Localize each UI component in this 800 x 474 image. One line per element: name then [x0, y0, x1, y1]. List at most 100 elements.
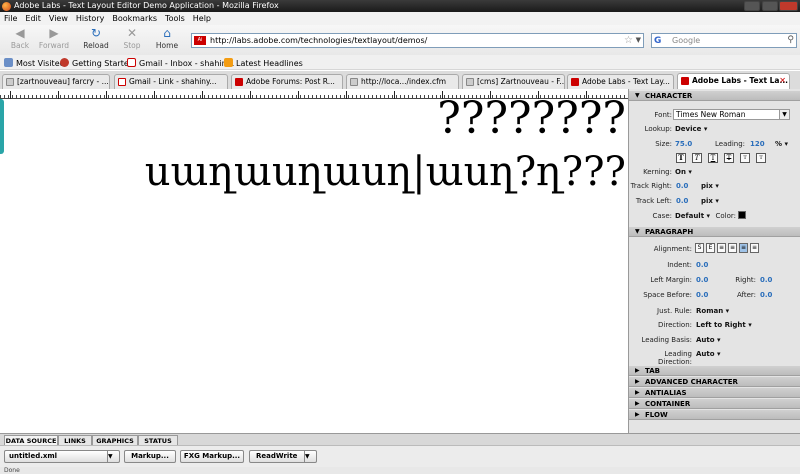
- just-rule-dropdown[interactable]: Roman ▾: [696, 307, 729, 315]
- bookmark-latest-headlines[interactable]: Latest Headlines: [224, 58, 303, 69]
- kerning-dropdown[interactable]: On ▾: [675, 168, 692, 176]
- markup-button[interactable]: Markup...: [124, 450, 176, 463]
- horizontal-ruler[interactable]: [0, 89, 628, 99]
- tab-zartnouveau[interactable]: [zartnouveau] farcry - ...: [2, 74, 110, 89]
- folder-icon: [4, 58, 13, 67]
- subscript-button[interactable]: T: [756, 153, 766, 163]
- address-bar[interactable]: Ai http://labs.adobe.com/technologies/te…: [191, 33, 644, 48]
- leading-unit-dropdown[interactable]: % ▾: [775, 140, 788, 148]
- maximize-button[interactable]: [762, 1, 778, 11]
- chevron-down-icon[interactable]: ▼: [304, 451, 316, 462]
- space-before-value[interactable]: 0.0: [696, 291, 708, 299]
- bold-button[interactable]: T: [676, 153, 686, 163]
- leading-direction-dropdown[interactable]: Auto ▾: [696, 350, 721, 358]
- reload-button[interactable]: ↻ Reload: [76, 26, 116, 50]
- chevron-down-icon[interactable]: ▼: [779, 110, 789, 119]
- track-left-value[interactable]: 0.0: [676, 197, 688, 205]
- align-end-button[interactable]: E: [706, 243, 715, 253]
- track-right-value[interactable]: 0.0: [676, 182, 688, 190]
- expand-triangle-icon: ▼: [635, 228, 640, 235]
- bookmark-getting-started[interactable]: Getting Started: [60, 58, 134, 69]
- ruler-tick: [298, 91, 299, 99]
- color-swatch[interactable]: [738, 211, 746, 219]
- text-line-1[interactable]: ????????: [437, 99, 626, 144]
- tab-gmail[interactable]: Gmail - Link - shahiny...: [114, 74, 228, 89]
- align-justify-icon[interactable]: ≡: [750, 243, 759, 253]
- menu-history[interactable]: History: [72, 12, 108, 25]
- underline-button[interactable]: T: [708, 153, 718, 163]
- collapsed-triangle-icon: ▶: [635, 411, 640, 418]
- direction-dropdown[interactable]: Left to Right ▾: [696, 321, 752, 329]
- tab-localhost[interactable]: http://loca.../index.cfm: [346, 74, 459, 89]
- kerning-label: Kerning:: [643, 168, 672, 176]
- adobe-icon: [571, 78, 579, 86]
- text-editor-canvas[interactable]: ???????? սաղասղասղ|ասղ?ղ???: [0, 99, 628, 433]
- container-section-header[interactable]: ▶ CONTAINER: [629, 399, 800, 409]
- flow-section-header[interactable]: ▶ FLOW: [629, 410, 800, 420]
- lookup-dropdown[interactable]: Device ▾: [675, 125, 707, 133]
- google-icon[interactable]: G: [654, 35, 665, 46]
- leading-value[interactable]: 120: [750, 140, 765, 148]
- bookmark-most-visited[interactable]: Most Visited: [4, 58, 65, 69]
- align-center-icon[interactable]: ≡: [728, 243, 737, 253]
- tab-adobe-labs-1[interactable]: Adobe Labs - Text Lay...: [567, 74, 674, 89]
- adobe-icon: [235, 78, 243, 86]
- stop-button[interactable]: ✕ Stop: [112, 26, 152, 50]
- align-right-icon[interactable]: ≡: [739, 243, 748, 253]
- forward-button[interactable]: ▶ Forward: [34, 26, 74, 50]
- menu-file[interactable]: File: [0, 12, 21, 25]
- advanced-character-section-header[interactable]: ▶ ADVANCED CHARACTER: [629, 377, 800, 387]
- paragraph-section-header[interactable]: ▼ PARAGRAPH: [629, 227, 800, 237]
- lookup-label: Lookup:: [644, 125, 672, 133]
- strikethrough-button[interactable]: T: [724, 153, 734, 163]
- ruler-tick: [250, 91, 251, 99]
- italic-button[interactable]: T: [692, 153, 702, 163]
- bookmark-gmail[interactable]: Gmail - Inbox - shahin...: [127, 58, 234, 69]
- text-line-2[interactable]: սաղասղասղ|ասղ?ղ???: [145, 149, 626, 195]
- left-margin-value[interactable]: 0.0: [696, 276, 708, 284]
- close-tab-icon[interactable]: ✕: [779, 74, 786, 88]
- minimize-button[interactable]: [744, 1, 760, 11]
- fxg-markup-button[interactable]: FXG Markup...: [180, 450, 244, 463]
- align-left-icon[interactable]: ≡: [717, 243, 726, 253]
- search-icon[interactable]: ⚲: [787, 34, 794, 47]
- right-margin-value[interactable]: 0.0: [760, 276, 772, 284]
- case-dropdown[interactable]: Default ▾: [675, 212, 710, 220]
- url-history-dropdown-icon[interactable]: ▼: [636, 34, 641, 47]
- tab-adobe-forums[interactable]: Adobe Forums: Post R...: [231, 74, 343, 89]
- bookmark-star-icon[interactable]: ☆: [624, 34, 633, 47]
- close-button[interactable]: [779, 1, 798, 11]
- menu-edit[interactable]: Edit: [21, 12, 45, 25]
- track-left-unit-dropdown[interactable]: pix ▾: [701, 197, 719, 205]
- search-bar[interactable]: G Google ⚲: [651, 33, 797, 48]
- mode-select[interactable]: ReadWrite ▼: [249, 450, 317, 463]
- leading-basis-dropdown[interactable]: Auto ▾: [696, 336, 721, 344]
- align-start-button[interactable]: S: [695, 243, 704, 253]
- tab-cms[interactable]: [cms] Zartnouveau - F...: [462, 74, 565, 89]
- menu-bar: File Edit View History Bookmarks Tools Help: [0, 12, 800, 25]
- gmail-icon: [118, 78, 126, 86]
- menu-help[interactable]: Help: [189, 12, 215, 25]
- home-button[interactable]: ⌂ Home: [147, 26, 187, 50]
- space-after-value[interactable]: 0.0: [760, 291, 772, 299]
- ruler-tick: [490, 91, 491, 99]
- character-section-header[interactable]: ▼ CHARACTER: [629, 91, 800, 101]
- antialias-section-header[interactable]: ▶ ANTIALIAS: [629, 388, 800, 398]
- menu-view[interactable]: View: [45, 12, 72, 25]
- indent-value[interactable]: 0.0: [696, 261, 708, 269]
- menu-tools[interactable]: Tools: [161, 12, 189, 25]
- menu-bookmarks[interactable]: Bookmarks: [108, 12, 161, 25]
- tab-adobe-labs-active[interactable]: Adobe Labs - Text La... ✕: [677, 73, 790, 89]
- right-margin-label: Right:: [735, 276, 756, 284]
- chevron-down-icon[interactable]: ▼: [107, 451, 119, 462]
- file-select[interactable]: untitled.xml ▼: [4, 450, 120, 463]
- stop-icon: ✕: [126, 26, 138, 40]
- track-right-unit-dropdown[interactable]: pix ▾: [701, 182, 719, 190]
- size-value[interactable]: 75.0: [675, 140, 692, 148]
- direction-label: Direction:: [658, 321, 692, 329]
- ruler-tick: [394, 91, 395, 99]
- font-select[interactable]: Times New Roman ▼: [673, 109, 790, 120]
- superscript-button[interactable]: T: [740, 153, 750, 163]
- tab-section-header[interactable]: ▶ TAB: [629, 366, 800, 376]
- container-selection-handle[interactable]: [0, 99, 4, 154]
